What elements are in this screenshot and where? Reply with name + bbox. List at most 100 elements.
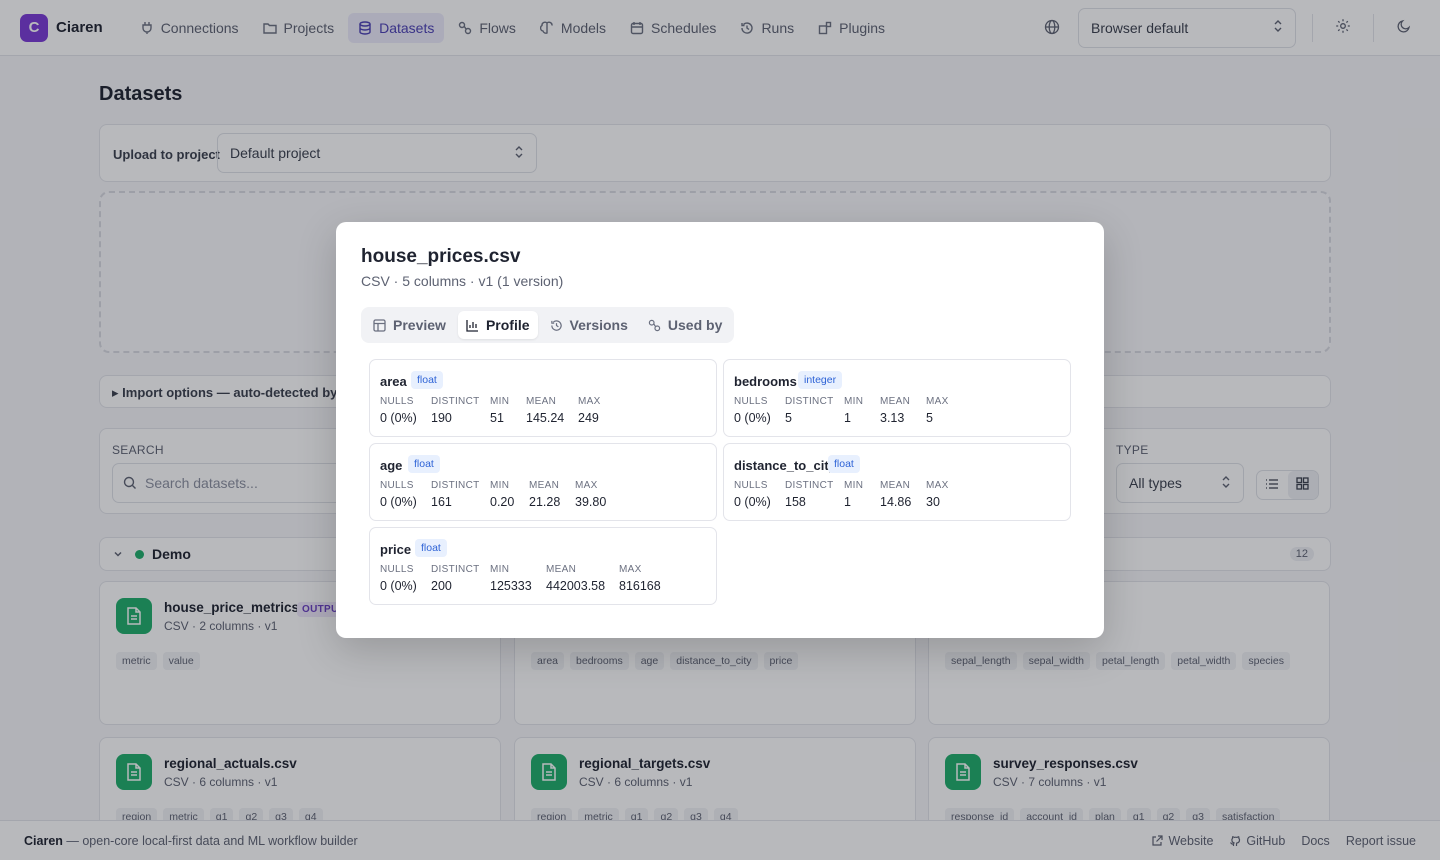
modal-subtitle: CSV · 5 columns · v1 (1 version) <box>361 273 564 289</box>
history-icon <box>550 319 563 332</box>
stat-value: 442003.58 <box>546 579 606 593</box>
column-type-badge: float <box>828 455 860 473</box>
stat-mean: MEAN 442003.58 <box>546 564 605 593</box>
stat-value: 21.28 <box>529 495 561 509</box>
stat-value: 51 <box>490 411 504 425</box>
stat-label: MAX <box>575 480 598 491</box>
stat-label: MEAN <box>546 564 577 575</box>
stat-value: 0 (0%) <box>380 495 417 509</box>
column-profile-card: bedrooms integer NULLS 0 (0%) DISTINCT 5 M… <box>723 359 1071 437</box>
stat-value: 30 <box>926 495 940 509</box>
stat-distinct: DISTINCT 161 <box>431 480 480 509</box>
stat-value: 1 <box>844 495 851 509</box>
stat-label: DISTINCT <box>785 480 834 491</box>
stat-value: 5 <box>926 411 933 425</box>
stat-value: 145.24 <box>526 411 565 425</box>
column-type-badge: float <box>415 539 447 557</box>
stat-mean: MEAN 3.13 <box>880 396 910 425</box>
stat-value: 200 <box>431 579 452 593</box>
stat-label: MAX <box>619 564 642 575</box>
column-name: bedrooms <box>734 374 797 389</box>
table-icon <box>373 318 386 332</box>
stat-label: MIN <box>490 480 510 491</box>
tab-used-by[interactable]: Used by <box>640 311 730 339</box>
stat-max: MAX 5 <box>926 396 949 425</box>
stat-nulls: NULLS 0 (0%) <box>380 396 417 425</box>
stat-label: MAX <box>926 480 949 491</box>
stat-label: DISTINCT <box>785 396 834 407</box>
stat-min: MIN 125333 <box>490 564 532 593</box>
column-name: area <box>380 374 407 389</box>
stat-value: 125333 <box>490 579 532 593</box>
stat-distinct: DISTINCT 200 <box>431 564 480 593</box>
stat-label: DISTINCT <box>431 396 480 407</box>
stat-mean: MEAN 145.24 <box>526 396 564 425</box>
stat-nulls: NULLS 0 (0%) <box>734 396 771 425</box>
stat-value: 0 (0%) <box>734 411 771 425</box>
stat-label: MIN <box>844 480 864 491</box>
column-name: distance_to_city <box>734 458 836 473</box>
tab-profile[interactable]: Profile <box>457 311 538 339</box>
link-icon <box>648 319 661 332</box>
stat-label: MIN <box>490 396 510 407</box>
tab-label: Versions <box>569 317 628 333</box>
stat-min: MIN 1 <box>844 480 863 509</box>
stat-min: MIN 51 <box>490 396 509 425</box>
tab-label: Preview <box>393 317 446 333</box>
column-type-badge: float <box>408 455 440 473</box>
stat-label: MAX <box>926 396 949 407</box>
stat-max: MAX 30 <box>926 480 949 509</box>
stat-label: MIN <box>844 396 864 407</box>
modal-tabs: Preview Profile Versions Used by <box>361 307 735 343</box>
stat-label: MEAN <box>880 480 911 491</box>
stat-mean: MEAN 21.28 <box>529 480 560 509</box>
stat-value: 161 <box>431 495 452 509</box>
stat-label: MIN <box>490 564 510 575</box>
stat-label: MEAN <box>880 396 911 407</box>
tab-label: Profile <box>485 317 530 333</box>
stat-label: DISTINCT <box>431 564 480 575</box>
tab-label: Used by <box>667 317 723 333</box>
modal-title: house_prices.csv <box>361 246 521 267</box>
stat-value: 249 <box>578 411 599 425</box>
stat-label: NULLS <box>380 564 414 575</box>
stat-max: MAX 39.80 <box>575 480 606 509</box>
column-profile-card: price float NULLS 0 (0%) DISTINCT 200 MIN 1… <box>369 527 717 605</box>
tab-preview[interactable]: Preview <box>365 311 454 339</box>
stat-value: 3.13 <box>880 411 905 425</box>
stat-distinct: DISTINCT 5 <box>785 396 834 425</box>
stat-value: 816168 <box>619 579 661 593</box>
stat-value: 39.80 <box>575 495 607 509</box>
stat-label: NULLS <box>380 480 414 491</box>
stat-max: MAX 249 <box>578 396 601 425</box>
stat-value: 14.86 <box>880 495 912 509</box>
stat-nulls: NULLS 0 (0%) <box>380 564 417 593</box>
stat-value: 0.20 <box>490 495 515 509</box>
stat-mean: MEAN 14.86 <box>880 480 911 509</box>
dataset-detail-modal: house_prices.csv CSV · 5 columns · v1 (1… <box>336 222 1104 638</box>
stat-label: MEAN <box>529 480 560 491</box>
stat-value: 190 <box>431 411 452 425</box>
stat-max: MAX 816168 <box>619 564 661 593</box>
stat-value: 0 (0%) <box>380 411 417 425</box>
stat-label: MEAN <box>526 396 557 407</box>
column-profile-card: area float NULLS 0 (0%) DISTINCT 190 MIN 51… <box>369 359 717 437</box>
stat-value: 0 (0%) <box>380 579 417 593</box>
bar-chart-icon <box>466 319 479 332</box>
stat-label: DISTINCT <box>431 480 480 491</box>
column-name: age <box>380 458 403 473</box>
stat-label: MAX <box>578 396 601 407</box>
column-type-badge: integer <box>798 371 843 389</box>
column-type-badge: float <box>411 371 443 389</box>
stat-value: 5 <box>785 411 792 425</box>
stat-label: NULLS <box>380 396 414 407</box>
tab-versions[interactable]: Versions <box>542 311 636 339</box>
stat-distinct: DISTINCT 190 <box>431 396 480 425</box>
stat-value: 158 <box>785 495 806 509</box>
column-name: price <box>380 542 412 557</box>
column-profile-card: distance_to_city float NULLS 0 (0%) DISTI… <box>723 443 1071 521</box>
stat-min: MIN 1 <box>844 396 863 425</box>
stat-min: MIN 0.20 <box>490 480 514 509</box>
stat-value: 1 <box>844 411 851 425</box>
stat-distinct: DISTINCT 158 <box>785 480 834 509</box>
